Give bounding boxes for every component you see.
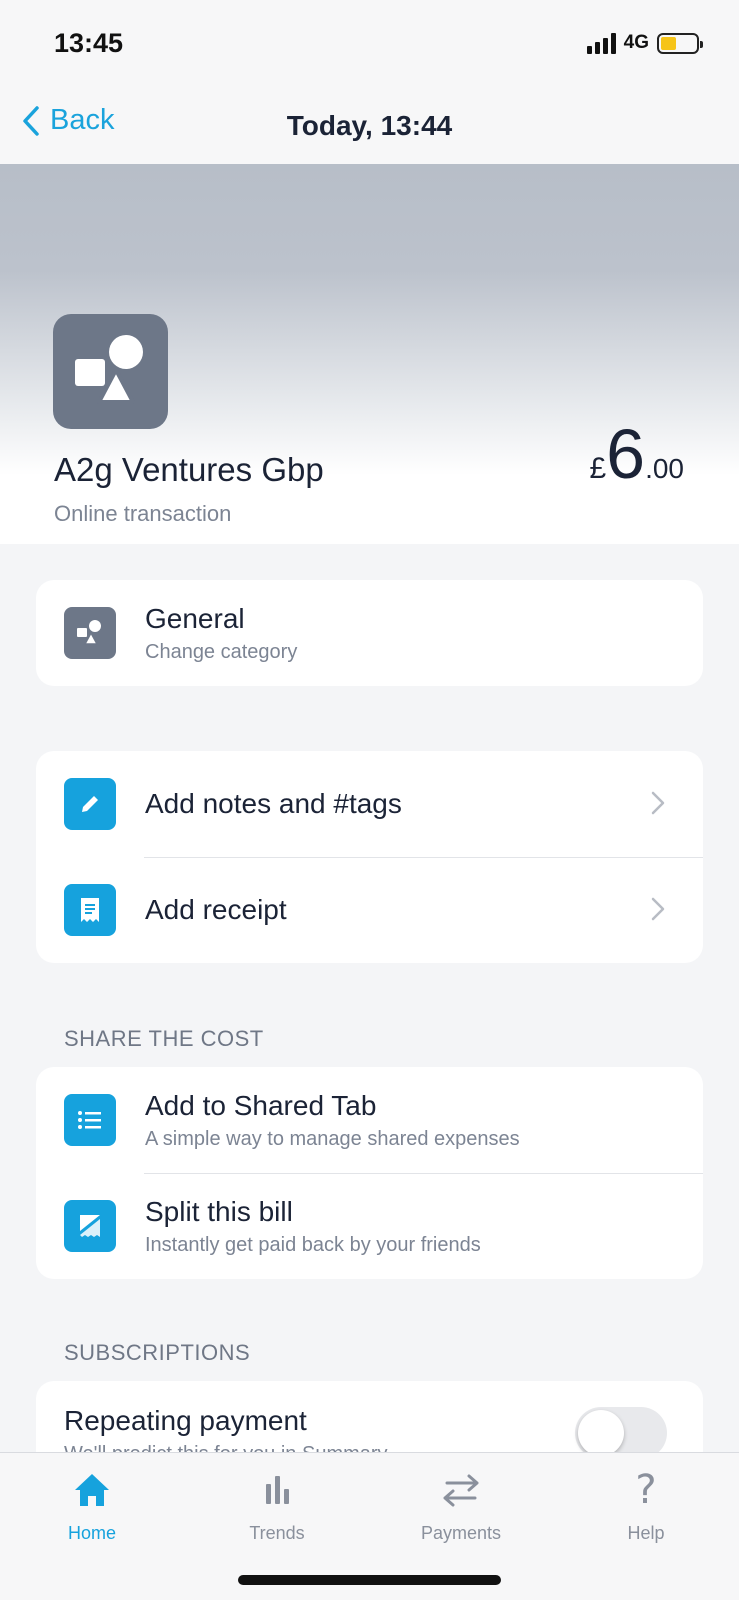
amount-minor: .00	[645, 453, 684, 484]
split-bill-title: Split this bill	[145, 1195, 293, 1227]
split-bill-row[interactable]: Split this bill Instantly get paid back …	[36, 1173, 703, 1279]
chevron-right-icon	[651, 791, 665, 815]
tab-help[interactable]: ? Help	[571, 1467, 721, 1544]
transaction-header: A2g Ventures Gbp Online transaction £ 6 …	[0, 164, 739, 544]
pencil-icon	[64, 778, 116, 830]
repeating-payment-title: Repeating payment	[64, 1405, 307, 1436]
add-notes-row[interactable]: Add notes and #tags	[36, 751, 703, 857]
tab-home-label: Home	[67, 1523, 116, 1543]
category-card: General Change category	[36, 580, 703, 686]
home-icon	[75, 1474, 109, 1506]
actions-card: Add notes and #tags Add receipt	[36, 751, 703, 963]
shared-tab-row[interactable]: Add to Shared Tab A simple way to manage…	[36, 1067, 703, 1173]
add-receipt-row[interactable]: Add receipt	[36, 857, 703, 963]
split-icon	[64, 1200, 116, 1252]
tab-help-label: Help	[627, 1523, 665, 1543]
add-receipt-label: Add receipt	[145, 894, 287, 925]
transaction-type: Online transaction	[54, 501, 232, 526]
share-card: Add to Shared Tab A simple way to manage…	[36, 1067, 703, 1279]
signal-icon	[586, 32, 616, 54]
category-row[interactable]: General Change category	[36, 580, 703, 686]
trends-icon	[266, 1476, 289, 1504]
tab-payments[interactable]: Payments	[386, 1467, 536, 1544]
list-icon	[64, 1094, 116, 1146]
tab-trends-label: Trends	[249, 1523, 305, 1543]
page-title: Today, 13:44	[286, 110, 453, 141]
merchant-logo	[53, 314, 168, 429]
amount-currency: £	[589, 452, 607, 485]
toggle-knob	[578, 1410, 624, 1456]
help-icon: ?	[635, 1467, 657, 1513]
split-bill-subtitle: Instantly get paid back by your friends	[145, 1233, 481, 1256]
battery-icon	[657, 32, 703, 54]
category-subtitle: Change category	[145, 640, 298, 663]
shared-tab-title: Add to Shared Tab	[145, 1089, 377, 1121]
add-notes-label: Add notes and #tags	[145, 788, 402, 819]
category-title: General	[145, 602, 245, 634]
status-time: 13:45	[54, 28, 124, 58]
merchant-name: A2g Ventures Gbp	[54, 451, 324, 488]
tab-home[interactable]: Home	[17, 1467, 167, 1544]
shared-tab-subtitle: A simple way to manage shared expenses	[145, 1127, 520, 1150]
status-bar: 13:45 4G	[0, 0, 739, 90]
share-section-header: SHARE THE COST	[64, 1026, 264, 1051]
tab-payments-label: Payments	[420, 1523, 502, 1543]
payments-icon	[443, 1474, 479, 1507]
receipt-icon	[64, 884, 116, 936]
shapes-icon	[77, 620, 101, 645]
chevron-right-icon	[651, 897, 665, 921]
shapes-icon	[75, 335, 143, 404]
network-type: 4G	[623, 32, 649, 53]
tab-trends[interactable]: Trends	[202, 1467, 352, 1544]
transaction-amount: £ 6 .00	[589, 419, 684, 489]
subscriptions-header: SUBSCRIPTIONS	[64, 1340, 251, 1365]
amount-major: 6	[606, 415, 646, 493]
nav-bar: Back Today, 13:44	[0, 90, 739, 164]
home-indicator	[238, 1575, 501, 1585]
status-indicators: 4G	[586, 32, 703, 54]
category-icon	[64, 607, 116, 659]
